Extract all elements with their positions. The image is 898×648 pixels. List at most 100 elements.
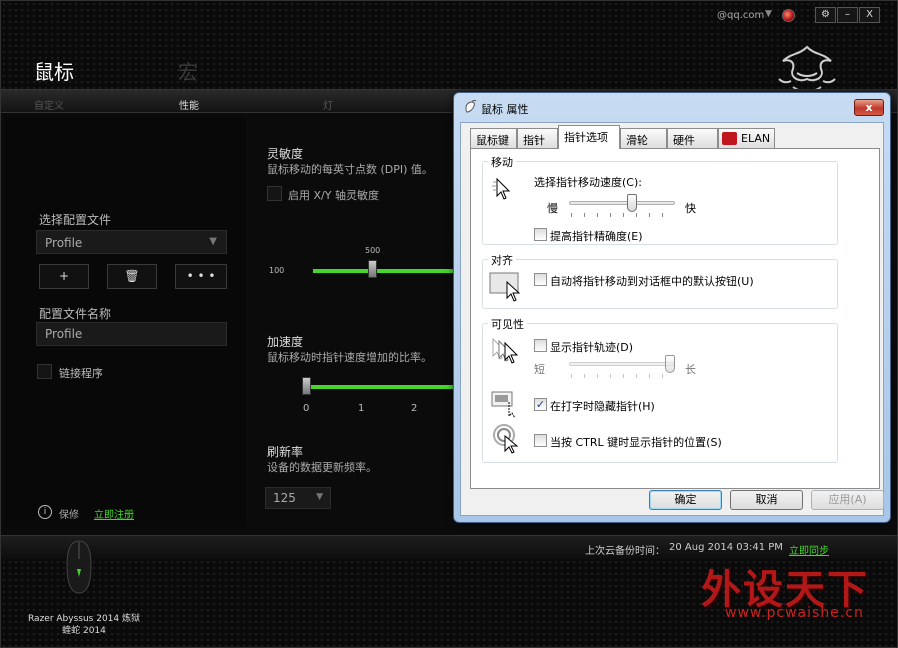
motion-group-label: 移动	[488, 154, 516, 170]
minimize-button[interactable]: –	[837, 7, 858, 23]
sensitivity-value: 500	[365, 246, 381, 255]
polling-desc: 设备的数据更新频率。	[267, 461, 377, 474]
polling-value: 125	[273, 491, 296, 505]
polling-dropdown[interactable]: 125 ▼	[265, 487, 331, 509]
account-dropdown-icon[interactable]: ▼	[765, 9, 772, 19]
window-controls: ⚙ – X	[814, 7, 880, 23]
info-icon: i	[38, 505, 52, 519]
pointer-trails-icon	[492, 337, 519, 364]
visibility-group-label: 可见性	[488, 316, 527, 332]
warranty-label: 保修	[59, 510, 79, 521]
trails-short-label: 短	[534, 363, 545, 376]
elan-logo-icon	[722, 132, 737, 145]
acceleration-tick: 2	[411, 403, 418, 414]
trails-checkbox[interactable]	[534, 339, 547, 352]
tab-buttons[interactable]: 鼠标键	[470, 128, 517, 148]
profile-dropdown-value: Profile	[45, 236, 83, 250]
chevron-down-icon: ▼	[209, 236, 217, 247]
profile-name-label: 配置文件名称	[39, 307, 112, 321]
apply-button[interactable]: 应用(A)	[811, 490, 884, 510]
device-name-line1: Razer Abyssus 2014 炼狱	[28, 614, 140, 624]
motion-group: 移动 选择指针移动速度(C): 慢 快 提高指针精确度(E)	[482, 154, 838, 245]
dialog-close-button[interactable]: x	[854, 99, 884, 116]
trails-slider-thumb[interactable]	[665, 355, 675, 373]
link-program-checkbox[interactable]	[37, 364, 52, 379]
dialog-body: 鼠标键 指针 指针选项 滑轮 硬件 ELAN 移动 选择指针移动速度(C): 慢…	[460, 122, 884, 516]
sensitivity-min: 100	[269, 266, 285, 275]
hide-pointer-icon	[491, 391, 516, 418]
trails-label: 显示指针轨迹(D)	[550, 341, 634, 354]
precision-checkbox[interactable]	[534, 228, 547, 241]
ctrl-location-label: 当按 CTRL 键时显示指针的位置(S)	[550, 436, 722, 449]
chevron-down-icon: ▼	[316, 492, 323, 502]
ok-button[interactable]: 确定	[649, 490, 722, 510]
add-profile-button[interactable]: +	[39, 264, 89, 289]
select-profile-label: 选择配置文件	[39, 213, 112, 227]
more-options-button[interactable]: • • •	[175, 264, 227, 289]
speed-label: 选择指针移动速度(C):	[534, 176, 642, 189]
close-button[interactable]: X	[859, 7, 880, 23]
link-program-label: 链接程序	[59, 367, 103, 380]
device-name: Razer Abyssus 2014 炼狱 蝰蛇 2014	[25, 613, 143, 637]
acceleration-tick: 1	[358, 403, 365, 414]
mouse-properties-dialog: 鼠标 属性 x 鼠标键 指针 指针选项 滑轮 硬件 ELAN 移动 选择指针移动…	[453, 92, 891, 523]
tab-elan[interactable]: ELAN	[718, 128, 775, 148]
speed-slider-ticks	[571, 213, 675, 217]
cancel-button[interactable]: 取消	[730, 490, 803, 510]
show-location-icon	[493, 424, 519, 454]
profile-dropdown[interactable]: Profile ▼	[36, 230, 227, 254]
device-name-line2: 蝰蛇 2014	[62, 626, 106, 636]
tab-customize[interactable]: 自定义	[34, 97, 64, 112]
tab-mouse[interactable]: 鼠标	[34, 56, 74, 85]
polling-title: 刷新率	[267, 445, 304, 459]
watermark-url: www.pcwaishe.cn	[725, 605, 864, 621]
tab-pointer-options[interactable]: 指针选项	[558, 125, 620, 149]
backup-label: 上次云备份时间：	[585, 546, 665, 557]
speed-slider-track[interactable]	[569, 201, 675, 205]
acceleration-desc: 鼠标移动时指针速度增加的比率。	[267, 351, 432, 364]
tab-pointers[interactable]: 指针	[517, 128, 558, 148]
settings-button[interactable]: ⚙	[815, 7, 836, 23]
hide-pointer-checkbox[interactable]: ✓	[534, 398, 547, 411]
profile-name-input[interactable]: Profile	[36, 322, 227, 346]
acceleration-slider-track[interactable]	[306, 385, 454, 389]
sensitivity-slider-track[interactable]	[313, 269, 454, 273]
tab-lighting[interactable]: 灯	[323, 97, 333, 112]
mouse-icon	[465, 100, 477, 113]
snap-to-default-icon	[489, 272, 521, 302]
acceleration-slider-thumb[interactable]	[302, 377, 311, 395]
xy-sensitivity-checkbox[interactable]	[267, 186, 282, 201]
mouse-device-icon[interactable]	[65, 539, 93, 595]
pointer-options-pane: 移动 选择指针移动速度(C): 慢 快 提高指针精确度(E) 对齐 自动将指针移…	[470, 148, 880, 489]
register-link[interactable]: 立即注册	[94, 506, 134, 521]
sensitivity-desc: 鼠标移动的每英寸点数 (DPI) 值。	[267, 163, 433, 176]
sensitivity-title: 灵敏度	[267, 147, 304, 161]
xy-sensitivity-label: 启用 X/Y 轴灵敏度	[288, 189, 379, 202]
dialog-title: 鼠标 属性	[481, 103, 529, 116]
status-dot-icon[interactable]	[782, 9, 795, 22]
tab-hardware[interactable]: 硬件	[667, 128, 718, 148]
speed-slider-thumb[interactable]	[626, 194, 637, 212]
tab-elan-label: ELAN	[741, 132, 771, 145]
sensitivity-slider-thumb[interactable]	[368, 260, 377, 278]
ctrl-location-checkbox[interactable]	[534, 434, 547, 447]
acceleration-title: 加速度	[267, 335, 304, 349]
acceleration-tick: 0	[303, 403, 310, 414]
speed-fast-label: 快	[685, 202, 696, 215]
sync-now-link[interactable]: 立即同步	[789, 542, 829, 557]
trails-slider-ticks	[571, 374, 675, 378]
tab-wheel[interactable]: 滑轮	[620, 128, 667, 148]
pointer-speed-icon	[492, 177, 511, 200]
delete-profile-button[interactable]: 🗑	[107, 264, 157, 289]
trails-long-label: 长	[685, 363, 696, 376]
snap-group: 对齐 自动将指针移动到对话框中的默认按钮(U)	[482, 252, 838, 309]
hide-pointer-label: 在打字时隐藏指针(H)	[550, 400, 655, 413]
tab-performance[interactable]: 性能	[179, 97, 199, 112]
snap-group-label: 对齐	[488, 252, 516, 268]
tab-macro[interactable]: 宏	[178, 56, 198, 85]
footer-bar: 上次云备份时间： 20 Aug 2014 03:41 PM 立即同步	[1, 535, 897, 559]
account-label[interactable]: @qq.com	[717, 10, 764, 21]
speed-slow-label: 慢	[547, 202, 558, 215]
snap-checkbox[interactable]	[534, 273, 547, 286]
trails-slider-track[interactable]	[569, 362, 675, 366]
